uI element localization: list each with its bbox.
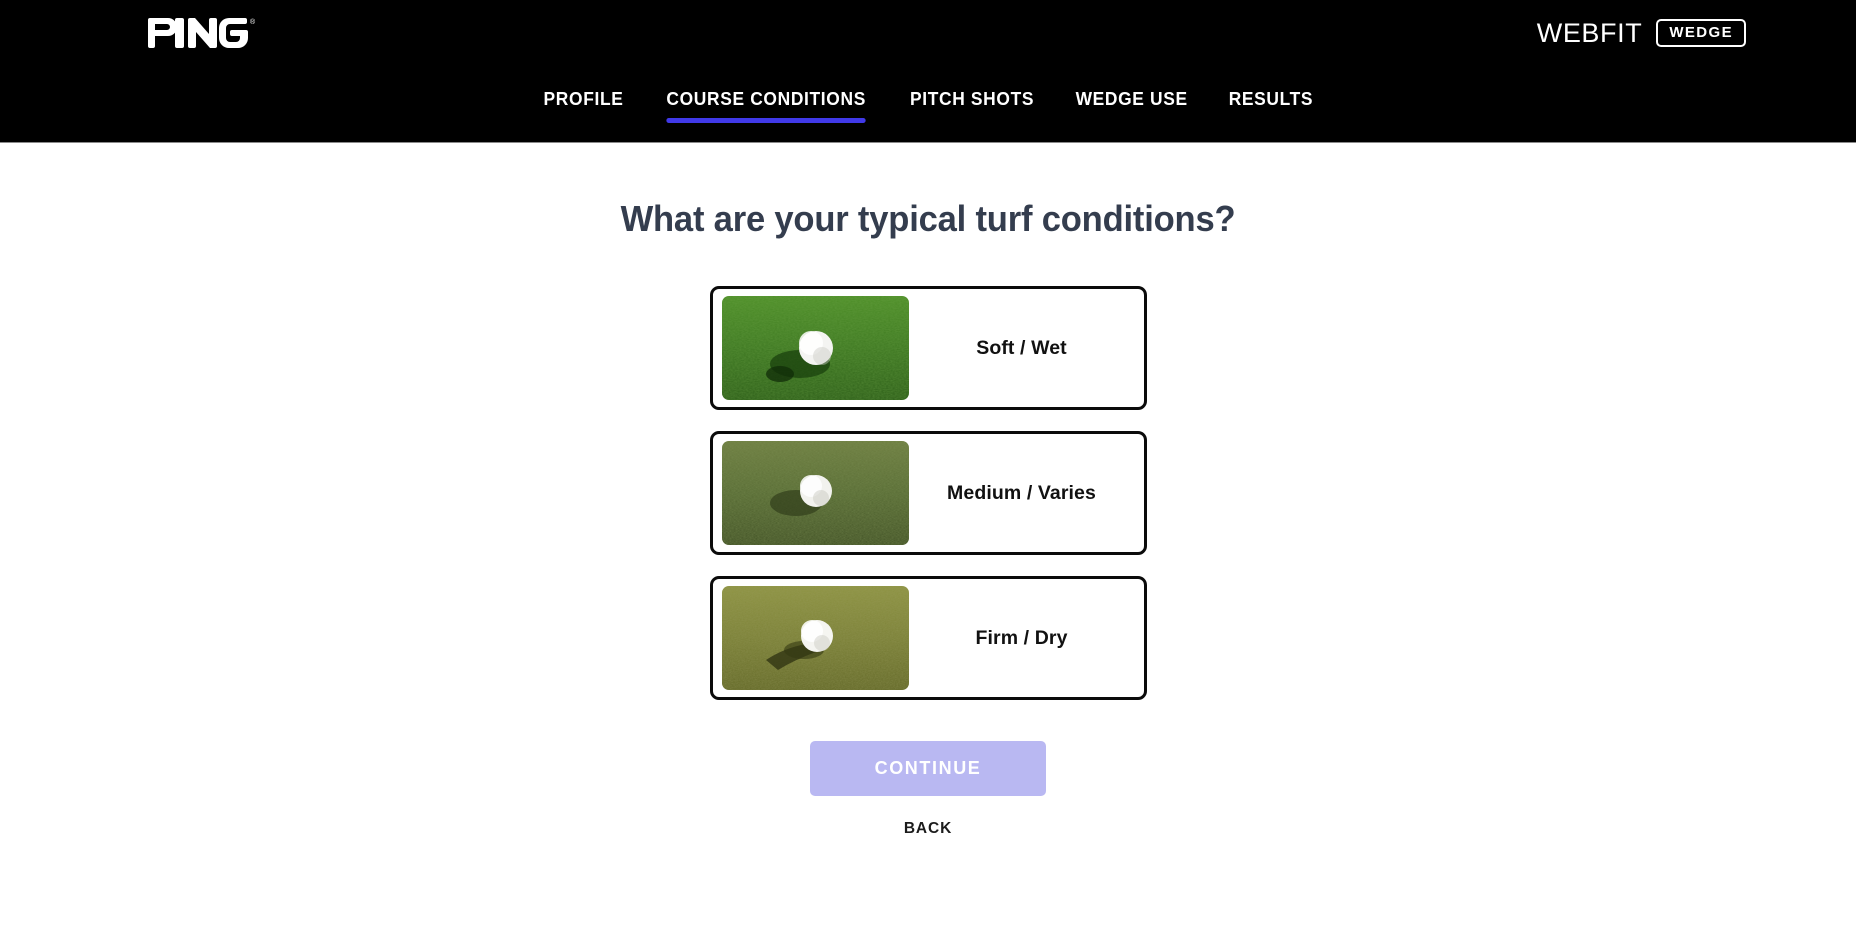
option-card-medium-varies[interactable]: Medium / Varies: [709, 431, 1147, 555]
turf-condition-options: Soft / Wet Medium / Varies Firm / Dry: [709, 286, 1147, 700]
turf-photo-soft-wet: [721, 296, 909, 400]
wedge-badge: WEDGE: [1656, 19, 1746, 47]
option-label: Soft / Wet: [976, 336, 1067, 359]
webfit-wedge-brand: WEBFIT WEDGE: [1537, 19, 1746, 47]
ping-logo[interactable]: ®: [146, 14, 258, 54]
turf-photo-firm-dry: [721, 586, 909, 690]
nav-label: PITCH SHOTS: [910, 88, 1035, 109]
main-content: What are your typical turf conditions? S…: [0, 198, 1856, 930]
nav-item-profile[interactable]: PROFILE: [527, 88, 639, 123]
nav-item-results[interactable]: RESULTS: [1212, 88, 1328, 123]
option-card-firm-dry[interactable]: Firm / Dry: [709, 576, 1147, 700]
registered-trademark-symbol: ®: [250, 18, 256, 26]
option-label: Firm / Dry: [975, 626, 1068, 649]
webfit-label: WEBFIT: [1536, 17, 1643, 48]
option-card-soft-wet[interactable]: Soft / Wet: [709, 286, 1147, 410]
nav-label: COURSE CONDITIONS: [666, 88, 866, 109]
page-title: What are your typical turf conditions?: [620, 198, 1236, 239]
turf-photo-medium-varies: [721, 441, 909, 545]
primary-nav: PROFILE COURSE CONDITIONS PITCH SHOTS WE…: [0, 88, 1856, 123]
nav-item-wedge-use[interactable]: WEDGE USE: [1060, 88, 1204, 123]
nav-label: RESULTS: [1228, 88, 1313, 109]
site-header: ® WEBFIT WEDGE PROFILE COURSE CONDITIONS…: [0, 0, 1856, 143]
form-actions: CONTINUE BACK: [0, 741, 1856, 838]
nav-item-course-conditions[interactable]: COURSE CONDITIONS: [650, 88, 882, 123]
nav-label: PROFILE: [543, 88, 624, 109]
back-link[interactable]: BACK: [904, 820, 952, 838]
continue-button[interactable]: CONTINUE: [810, 741, 1046, 796]
nav-label: WEDGE USE: [1075, 88, 1188, 109]
nav-item-pitch-shots[interactable]: PITCH SHOTS: [894, 88, 1050, 123]
option-label: Medium / Varies: [947, 481, 1096, 504]
